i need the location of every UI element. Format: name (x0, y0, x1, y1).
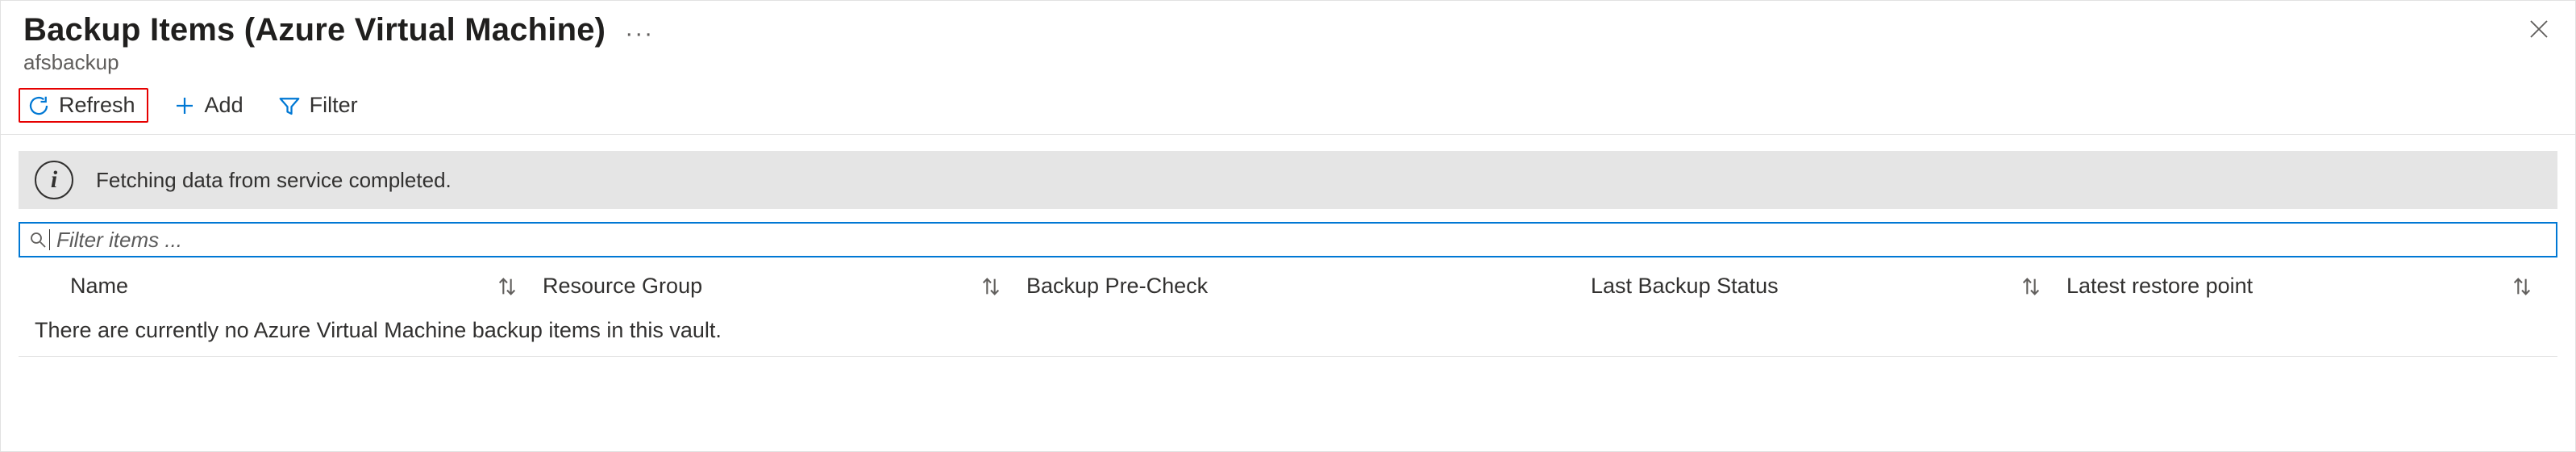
page-title: Backup Items (Azure Virtual Machine) (23, 12, 606, 48)
info-icon: i (35, 161, 73, 199)
funnel-icon (277, 94, 302, 118)
empty-state-message: There are currently no Azure Virtual Mac… (19, 308, 2557, 356)
search-icon (28, 230, 48, 249)
close-button[interactable] (2527, 17, 2551, 47)
column-label: Resource Group (543, 274, 702, 299)
filter-input[interactable] (56, 228, 2548, 253)
filter-button[interactable]: Filter (268, 88, 368, 123)
sort-icon (2511, 275, 2533, 298)
column-header-name[interactable]: Name (19, 274, 543, 299)
refresh-label: Refresh (59, 93, 135, 118)
add-label: Add (205, 93, 243, 118)
column-header-pre-check[interactable]: Backup Pre-Check (1026, 274, 1591, 299)
title-row: Backup Items (Azure Virtual Machine) ··· (23, 12, 2553, 48)
column-header-row: Name Resource Group Backup Pre-Check Las… (19, 264, 2557, 308)
sort-icon (2020, 275, 2042, 298)
toolbar: Refresh Add Filter (1, 80, 2575, 135)
close-icon (2527, 22, 2551, 46)
results-table: Name Resource Group Backup Pre-Check Las… (19, 264, 2557, 357)
sort-icon (980, 275, 1002, 298)
filter-label: Filter (310, 93, 358, 118)
info-banner: i Fetching data from service completed. (19, 151, 2557, 209)
refresh-icon (27, 94, 51, 118)
column-label: Backup Pre-Check (1026, 274, 1208, 299)
column-label: Name (70, 274, 128, 299)
blade-header: Backup Items (Azure Virtual Machine) ···… (1, 1, 2575, 80)
page-subtitle: afsbackup (23, 50, 2553, 75)
info-message: Fetching data from service completed. (96, 168, 452, 193)
backup-items-blade: Backup Items (Azure Virtual Machine) ···… (0, 0, 2576, 452)
plus-icon (173, 94, 197, 118)
column-label: Last Backup Status (1591, 274, 1779, 299)
column-header-resource-group[interactable]: Resource Group (543, 274, 1026, 299)
sort-icon (496, 275, 518, 298)
more-actions-button[interactable]: ··· (625, 15, 654, 46)
column-label: Latest restore point (2066, 274, 2253, 299)
refresh-button[interactable]: Refresh (19, 88, 148, 123)
text-cursor (49, 229, 50, 250)
column-header-latest-restore[interactable]: Latest restore point (2066, 274, 2557, 299)
filter-row (19, 222, 2557, 257)
column-header-last-status[interactable]: Last Backup Status (1591, 274, 2066, 299)
add-button[interactable]: Add (163, 88, 253, 123)
filter-input-box[interactable] (19, 222, 2557, 257)
